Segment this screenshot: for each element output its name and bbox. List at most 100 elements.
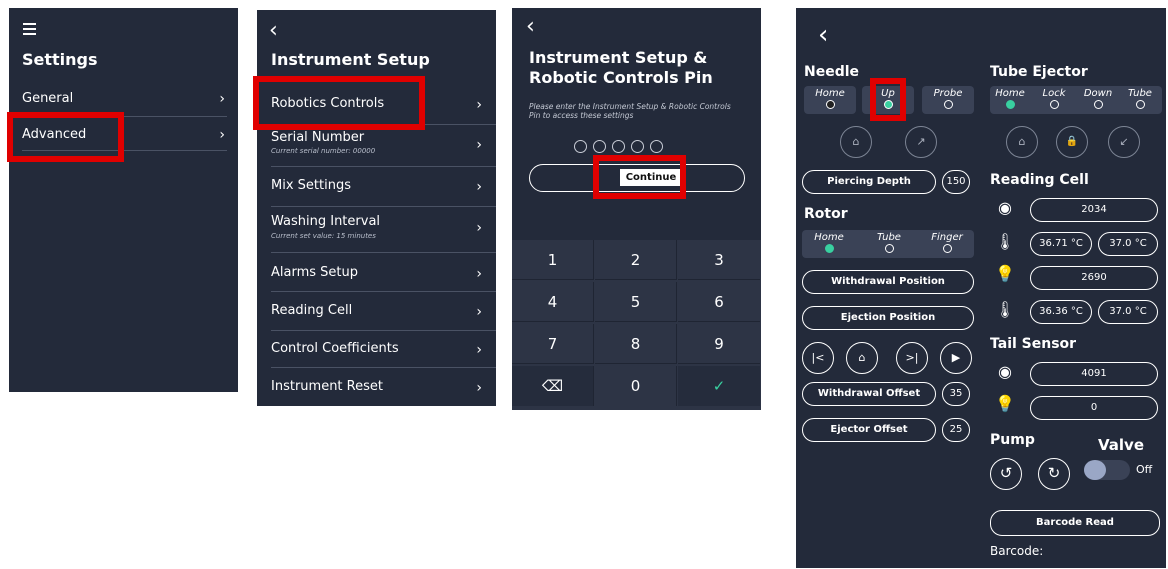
pin-screen: ‹ Instrument Setup & Robotic Controls Pi… — [512, 8, 761, 410]
arrow-up-right-icon[interactable]: ↗ — [905, 126, 937, 158]
tail-sensor-eye-value: 4091 — [1030, 362, 1158, 386]
reading-cell-temp1-set[interactable]: 37.0 °C — [1098, 232, 1158, 256]
setup-item-control-coefficients[interactable]: Control Coefficients › — [271, 330, 496, 368]
radio-dot — [1049, 100, 1059, 109]
skip-back-icon[interactable]: |< — [802, 342, 834, 374]
setup-item-label: Serial Number — [271, 130, 365, 145]
radio-dot — [1135, 100, 1145, 109]
option-label: Tube — [1128, 88, 1152, 99]
page-title: Settings — [22, 50, 98, 69]
back-icon[interactable]: ‹ — [269, 20, 278, 42]
ejector-offset-button[interactable]: Ejector Offset — [802, 418, 936, 442]
rotate-ccw-icon[interactable]: ↺ — [990, 458, 1022, 490]
divider — [271, 206, 496, 207]
needle-title: Needle — [804, 64, 860, 80]
piercing-depth-value[interactable]: 150 — [942, 170, 970, 194]
key-8[interactable]: 8 — [595, 324, 677, 364]
setup-item-label: Washing Interval — [271, 214, 381, 229]
reading-cell-light-value: 2690 — [1030, 266, 1158, 290]
key-2[interactable]: 2 — [595, 240, 677, 280]
rotor-tube-option[interactable]: Tube — [862, 230, 916, 253]
continue-button[interactable]: Continue — [529, 164, 745, 192]
backspace-key[interactable]: ⌫ — [512, 366, 594, 406]
chevron-right-icon: › — [476, 179, 482, 195]
ejection-position-button[interactable]: Ejection Position — [802, 306, 974, 330]
setup-item-label: Robotics Controls — [271, 96, 385, 111]
needle-probe-option[interactable]: Probe — [922, 86, 974, 114]
rotor-home-option[interactable]: Home — [802, 230, 856, 253]
key-4[interactable]: 4 — [512, 282, 594, 322]
lock-icon[interactable]: 🔒 — [1056, 126, 1088, 158]
radio-dot — [884, 244, 894, 253]
instrument-setup-screen: ‹ Instrument Setup Robotics Controls › S… — [257, 10, 496, 406]
setup-item-alarms-setup[interactable]: Alarms Setup › — [271, 254, 496, 292]
skip-forward-icon[interactable]: >| — [896, 342, 928, 374]
divider — [271, 252, 496, 253]
home-icon[interactable]: ⌂ — [840, 126, 872, 158]
chevron-right-icon: › — [476, 304, 482, 320]
settings-item-advanced[interactable]: Advanced › — [22, 118, 227, 154]
chevron-right-icon: › — [219, 91, 225, 107]
option-label: Tube — [877, 232, 901, 243]
valve-state: Off — [1136, 463, 1153, 476]
setup-item-serial-number[interactable]: Serial Number Current serial number: 000… — [271, 125, 496, 163]
pin-digit-dot — [631, 140, 644, 153]
key-0[interactable]: 0 — [595, 366, 677, 406]
key-5[interactable]: 5 — [595, 282, 677, 322]
home-icon[interactable]: ⌂ — [846, 342, 878, 374]
piercing-depth-button[interactable]: Piercing Depth — [802, 170, 936, 194]
key-9[interactable]: 9 — [678, 324, 760, 364]
arrow-down-left-icon[interactable]: ↙ — [1108, 126, 1140, 158]
tube-ejector-lock-option[interactable]: Lock — [1034, 86, 1074, 109]
ejector-offset-value[interactable]: 25 — [942, 418, 970, 442]
reading-cell-title: Reading Cell — [990, 172, 1089, 188]
key-3[interactable]: 3 — [678, 240, 760, 280]
reading-cell-temp2-set[interactable]: 37.0 °C — [1098, 300, 1158, 324]
rotate-cw-icon[interactable]: ↻ — [1038, 458, 1070, 490]
valve-toggle[interactable] — [1084, 460, 1130, 480]
setup-item-washing-interval[interactable]: Washing Interval Current set value: 15 m… — [271, 208, 496, 246]
tube-ejector-home-option[interactable]: Home — [990, 86, 1030, 109]
rotor-finger-option[interactable]: Finger — [920, 230, 974, 253]
hamburger-icon[interactable] — [23, 23, 36, 35]
withdrawal-position-button[interactable]: Withdrawal Position — [802, 270, 974, 294]
back-icon[interactable]: ‹ — [526, 16, 535, 38]
setup-item-robotics-controls[interactable]: Robotics Controls › — [271, 85, 496, 123]
eye-icon: ◉ — [998, 198, 1012, 217]
setup-item-mix-settings[interactable]: Mix Settings › — [271, 167, 496, 205]
setup-item-instrument-reset[interactable]: Instrument Reset › — [271, 368, 496, 406]
needle-up-option[interactable]: Up — [862, 86, 914, 114]
withdrawal-offset-button[interactable]: Withdrawal Offset — [802, 382, 936, 406]
needle-home-option[interactable]: Home — [804, 86, 856, 114]
chevron-right-icon: › — [476, 380, 482, 396]
barcode-read-button[interactable]: Barcode Read — [990, 510, 1160, 536]
key-7[interactable]: 7 — [512, 324, 594, 364]
pin-input[interactable] — [574, 138, 669, 157]
tube-ejector-options: Home Lock Down Tube — [990, 86, 1162, 114]
tube-ejector-tube-option[interactable]: Tube — [1120, 86, 1160, 109]
withdrawal-offset-value[interactable]: 35 — [942, 382, 970, 406]
key-6[interactable]: 6 — [678, 282, 760, 322]
radio-dot — [943, 100, 953, 109]
settings-screen: Settings General › Advanced › — [9, 8, 238, 392]
settings-item-general[interactable]: General › — [22, 82, 227, 118]
setup-item-label: Control Coefficients — [271, 341, 399, 356]
back-icon[interactable]: ‹ — [818, 22, 828, 48]
key-1[interactable]: 1 — [512, 240, 594, 280]
divider — [22, 116, 227, 117]
setup-item-reading-cell[interactable]: Reading Cell › — [271, 292, 496, 330]
pin-description: Please enter the Instrument Setup & Robo… — [529, 102, 731, 120]
home-icon[interactable]: ⌂ — [1006, 126, 1038, 158]
tube-ejector-down-option[interactable]: Down — [1078, 86, 1118, 109]
pin-digit-dot — [593, 140, 606, 153]
reading-cell-temp2: 36.36 °C — [1030, 300, 1092, 324]
option-label: Home — [814, 232, 844, 243]
pin-digit-dot — [574, 140, 587, 153]
confirm-key[interactable]: ✓ — [678, 366, 760, 406]
eye-icon: ◉ — [998, 362, 1012, 381]
play-icon[interactable]: ▶ — [940, 342, 972, 374]
thermometer-icon: 🌡 — [994, 300, 1016, 319]
radio-dot — [825, 100, 835, 109]
tail-sensor-title: Tail Sensor — [990, 336, 1077, 352]
option-label: Lock — [1042, 88, 1066, 99]
